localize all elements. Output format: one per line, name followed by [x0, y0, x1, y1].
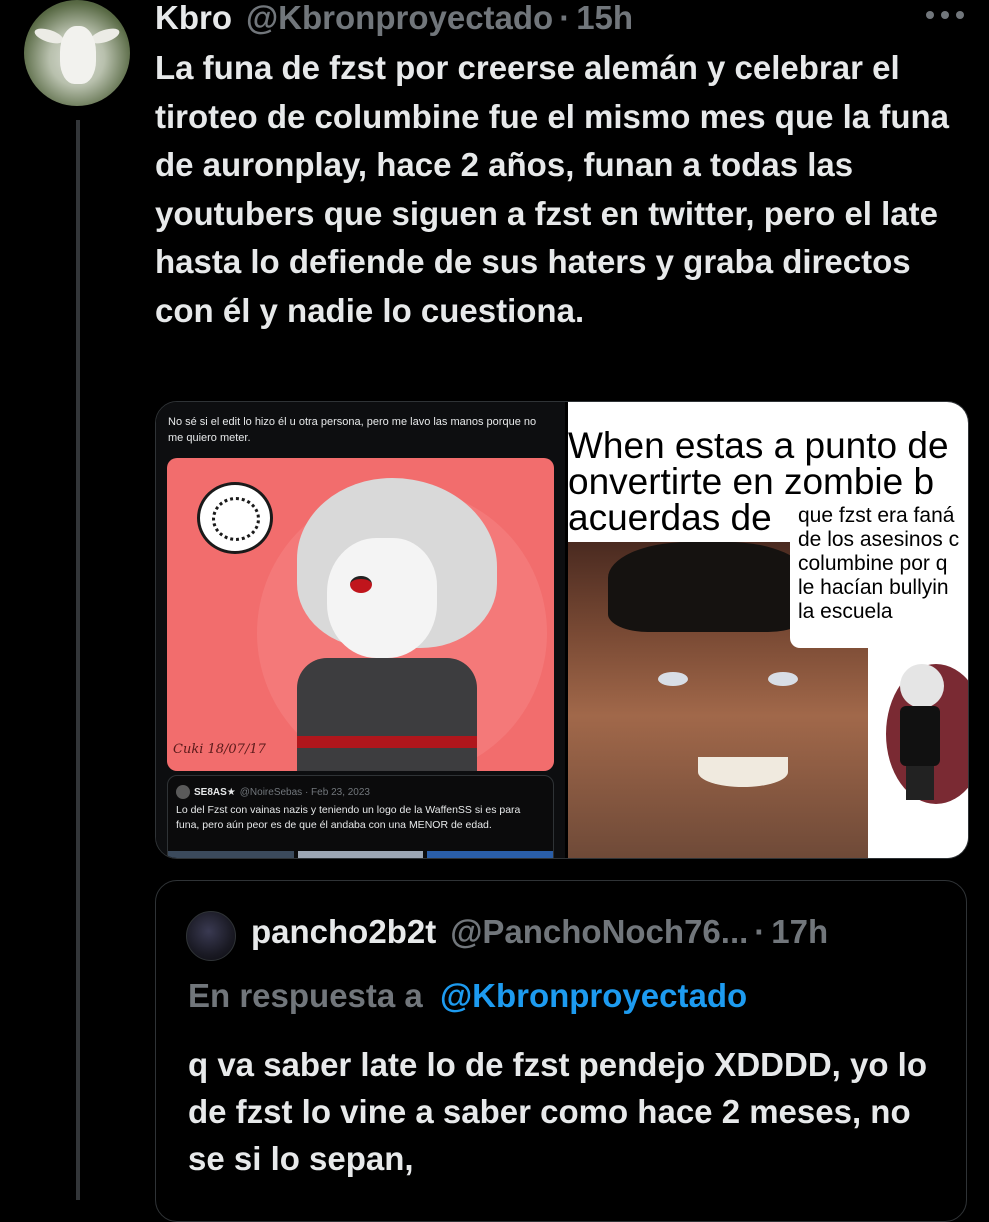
character-hoodie	[297, 658, 477, 771]
reply-to-label: En respuesta a	[188, 977, 423, 1014]
chibi-body	[900, 706, 940, 766]
reply-timestamp[interactable]: 17h	[771, 913, 828, 951]
header-separator: ·	[559, 0, 571, 36]
thumbnail	[297, 851, 424, 858]
tweet-text: La funa de fzst por creerse alemán y cel…	[155, 49, 949, 329]
author-handle[interactable]: @Kbronproyectado	[246, 0, 553, 37]
reply-to-line: En respuesta a @Kbronproyectado	[188, 977, 747, 1015]
reply-text: q va saber late lo de fzst pendejo XDDDD…	[188, 1046, 927, 1177]
speech-bubble	[197, 482, 273, 554]
more-dot	[941, 11, 949, 19]
reply-separator: ·	[754, 913, 766, 950]
media-image-right[interactable]: When estas a punto de onvertirte en zomb…	[568, 402, 968, 858]
embedded-quote-name: SE8AS★	[194, 786, 236, 798]
more-dot	[956, 11, 964, 19]
embedded-quote-handle: @NoireSebas · Feb 23, 2023	[239, 786, 370, 798]
chibi-illustration	[868, 644, 968, 858]
embedded-quote-header: SE8AS★ @NoireSebas · Feb 23, 2023	[176, 785, 370, 799]
character-eye	[350, 576, 372, 593]
scribble	[212, 497, 260, 541]
zombie-eye	[768, 672, 798, 686]
hoodie-stripe	[297, 736, 477, 748]
tweet-header: Kbro @Kbronproyectado · 15h	[155, 0, 633, 46]
chibi-head	[900, 664, 944, 708]
reply-display-name[interactable]: pancho2b2t	[251, 913, 436, 951]
image-caption: No sé si el edit lo hizo él u otra perso…	[168, 416, 537, 444]
photo-smile	[698, 757, 788, 787]
zombie-eye	[658, 672, 688, 686]
thumbnail	[168, 851, 294, 858]
media-image-left[interactable]: No sé si el edit lo hizo él u otra perso…	[156, 402, 565, 858]
photo-hair	[608, 542, 808, 632]
quoted-reply-card[interactable]: pancho2b2t @PanchoNoch76... · 17h En res…	[155, 880, 967, 1222]
embedded-quote-thumbnails	[168, 851, 554, 858]
tweet-media-grid: No sé si el edit lo hizo él u otra perso…	[155, 401, 969, 859]
reply-avatar[interactable]	[186, 911, 236, 961]
thumbnail	[427, 851, 554, 858]
character-face	[327, 538, 437, 658]
meme-subtitle-box: que fzst era faná de los asesinos c colu…	[790, 498, 968, 648]
author-display-name[interactable]: Kbro	[155, 0, 232, 37]
artist-signature: Cuki 18/07/17	[173, 742, 266, 757]
embedded-quote-text: Lo del Fzst con vainas nazis y teniendo …	[176, 804, 521, 831]
tweet-timestamp[interactable]: 15h	[576, 0, 633, 37]
author-avatar[interactable]	[24, 0, 130, 106]
anime-drawing: Cuki 18/07/17	[167, 458, 554, 771]
meme-subtitle: que fzst era faná de los asesinos c colu…	[798, 504, 960, 623]
more-dot	[926, 11, 934, 19]
goat-head	[60, 26, 96, 84]
thread-connector-line	[76, 120, 80, 1200]
more-horizontal-icon[interactable]	[926, 8, 972, 22]
reply-to-handle-link[interactable]: @Kbronproyectado	[440, 977, 747, 1014]
reply-handle[interactable]: @PanchoNoch76...	[450, 913, 748, 951]
reply-header: pancho2b2t @PanchoNoch76... · 17h	[251, 913, 828, 951]
chibi-legs	[906, 766, 934, 800]
embedded-quote-avatar	[176, 785, 190, 799]
embedded-quote-card: SE8AS★ @NoireSebas · Feb 23, 2023 Lo del…	[167, 775, 554, 858]
